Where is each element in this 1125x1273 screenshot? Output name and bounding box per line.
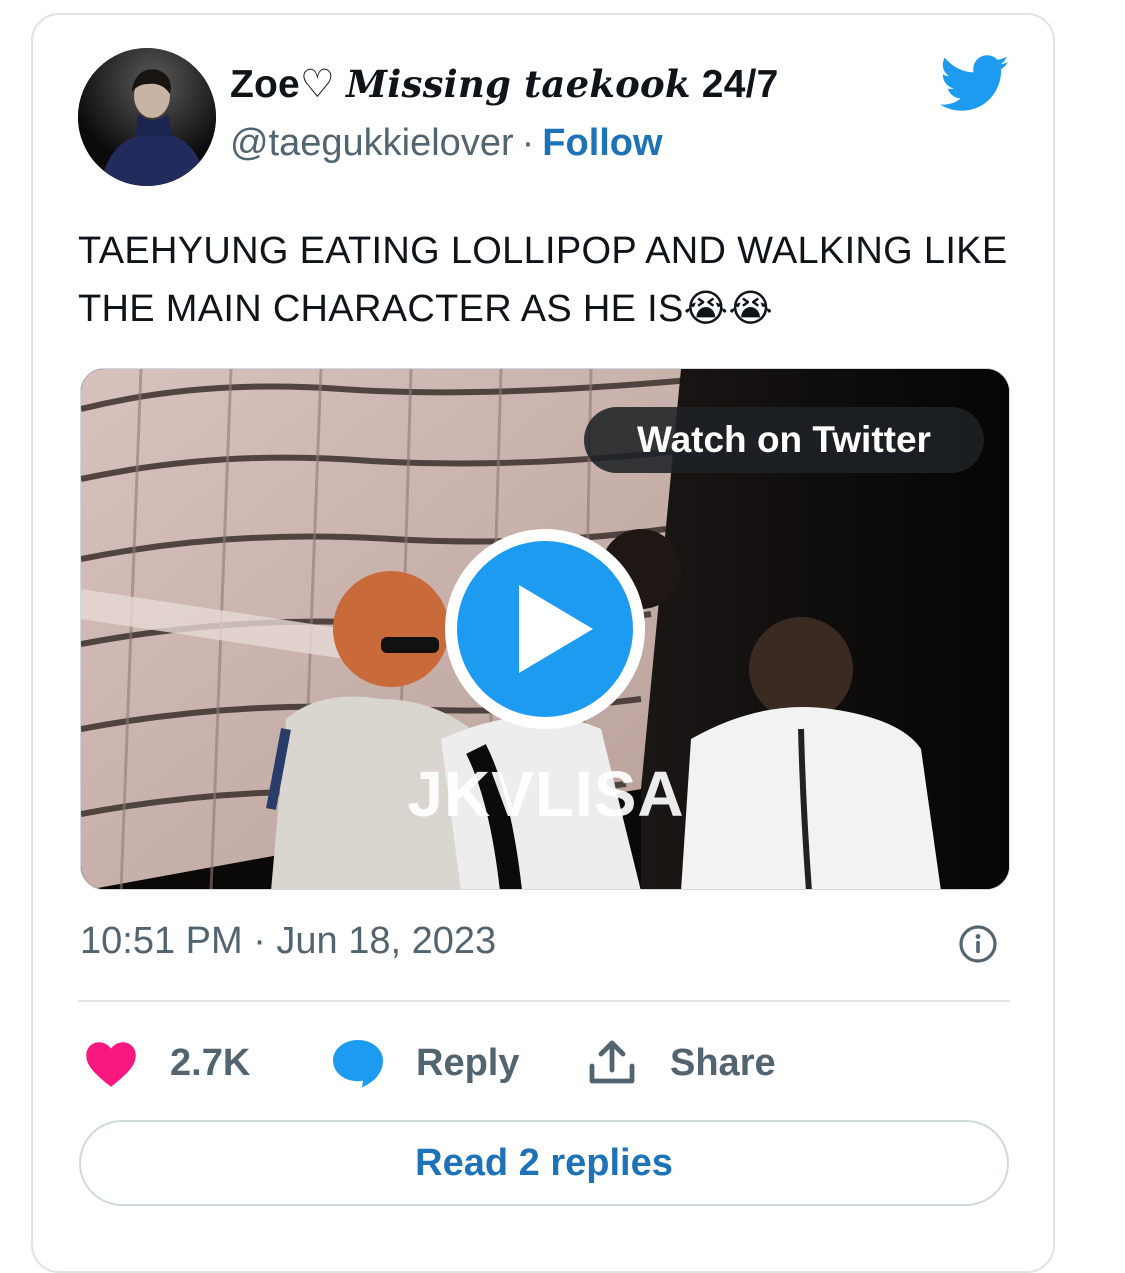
- like-count: 2.7K: [170, 1041, 251, 1084]
- read-replies-button[interactable]: Read 2 replies: [79, 1120, 1009, 1206]
- avatar[interactable]: [78, 48, 216, 186]
- play-icon[interactable]: [443, 527, 647, 731]
- follow-link[interactable]: Follow: [542, 122, 662, 164]
- twitter-bird-icon[interactable]: [940, 55, 1010, 113]
- author-handle-row: @taegukkielover · Follow: [230, 122, 663, 165]
- share-button[interactable]: Share: [588, 1035, 776, 1091]
- reply-label: Reply: [416, 1041, 520, 1084]
- speech-bubble-icon: [333, 1040, 383, 1088]
- watch-on-twitter-button[interactable]: Watch on Twitter: [584, 407, 984, 473]
- upload-icon: [589, 1040, 635, 1084]
- like-button[interactable]: 2.7K: [84, 1035, 250, 1091]
- author-name-script: Missing taekook: [346, 62, 691, 106]
- tweet-timestamp[interactable]: 10:51 PM · Jun 18, 2023: [80, 920, 496, 963]
- reply-button[interactable]: Reply: [330, 1035, 519, 1091]
- tweet-text: TAEHYUNG EATING LOLLIPOP AND WALKING LIK…: [78, 230, 1008, 330]
- info-icon[interactable]: [958, 924, 998, 964]
- handle-separator: ·: [521, 122, 535, 164]
- share-label: Share: [670, 1041, 776, 1084]
- author-name-suffix: 24/7: [690, 63, 779, 106]
- author-handle[interactable]: @taegukkielover: [230, 122, 514, 164]
- author-name-prefix: Zoe♡: [230, 63, 347, 106]
- divider: [78, 1000, 1010, 1002]
- video-media[interactable]: Watch on Twitter JKVLISA: [80, 368, 1010, 890]
- author-name[interactable]: Zoe♡ Missing taekook 24/7: [230, 62, 779, 107]
- video-watermark: JKVLISA: [407, 758, 685, 830]
- heart-icon: [86, 1042, 136, 1087]
